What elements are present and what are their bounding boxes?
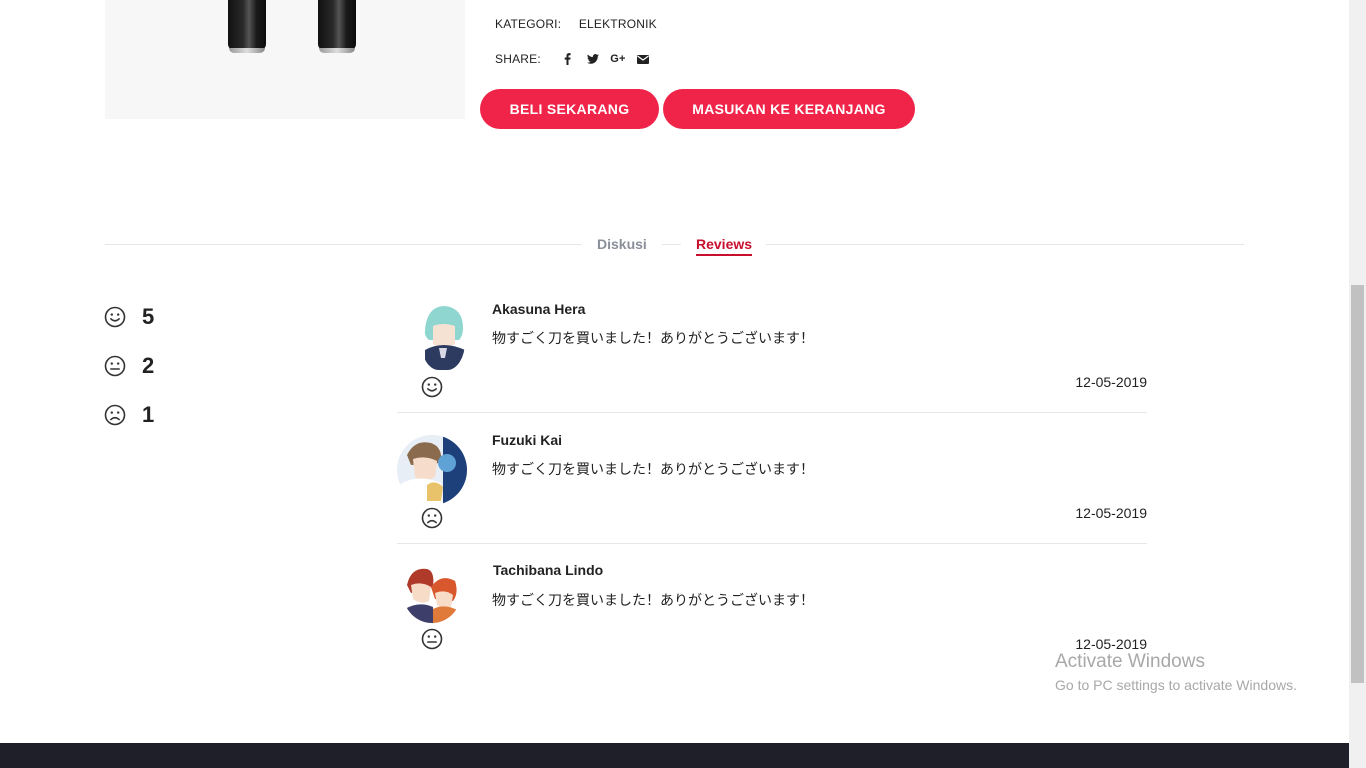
buy-now-button[interactable]: BELI SEKARANG [480, 89, 659, 129]
reviewer-name[interactable]: Fuzuki Kai [492, 432, 562, 448]
sad-face-icon [104, 404, 126, 426]
summary-neutral: 2 [104, 353, 154, 378]
review-text: 物すごく刀を買いました！ありがとうございます！ [492, 462, 814, 478]
tab-diskusi[interactable]: Diskusi [597, 236, 647, 252]
review-text: 物すごく刀を買いました！ありがとうございます！ [492, 593, 814, 609]
share-label: SHARE: [495, 52, 541, 66]
reviewer-name[interactable]: Akasuna Hera [492, 301, 585, 317]
product-leg-left [228, 0, 266, 53]
happy-face-icon [421, 376, 443, 398]
review-date: 12-05-2019 [1075, 505, 1147, 521]
email-icon[interactable] [636, 54, 649, 64]
happy-face-icon [104, 306, 126, 328]
google-plus-icon[interactable]: G+ [610, 53, 626, 65]
avatar[interactable] [397, 435, 467, 505]
product-leg-right [318, 0, 356, 53]
twitter-icon[interactable] [586, 54, 599, 64]
category-row: KATEGORI: ELEKTRONIK [495, 17, 657, 31]
product-image[interactable] [105, 0, 465, 119]
product-page: KATEGORI: ELEKTRONIK SHARE: G+ BELI SEKA… [0, 0, 1349, 768]
review-date: 12-05-2019 [1075, 374, 1147, 390]
category-label: KATEGORI: [495, 17, 562, 31]
review-item: Akasuna Hera 物すごく刀を買いました！ありがとうございます！ 12-… [397, 281, 1147, 413]
facebook-icon[interactable] [564, 53, 576, 65]
review-date: 12-05-2019 [1075, 636, 1147, 652]
sad-count: 1 [142, 402, 155, 427]
tab-divider-middle [662, 244, 681, 245]
footer [0, 743, 1349, 768]
google-plus-text: G+ [610, 53, 626, 65]
avatar[interactable] [403, 563, 461, 623]
category-value[interactable]: ELEKTRONIK [579, 17, 657, 31]
add-to-cart-button[interactable]: MASUKAN KE KERANJANG [663, 89, 915, 129]
summary-happy: 5 [104, 304, 154, 329]
tab-reviews[interactable]: Reviews [696, 236, 752, 252]
tab-divider-left [105, 244, 582, 245]
neutral-face-icon [421, 628, 443, 650]
happy-count: 5 [142, 304, 155, 329]
summary-sad: 1 [104, 402, 154, 427]
review-text: 物すごく刀を買いました！ありがとうございます！ [492, 331, 814, 347]
active-tab-indicator [696, 254, 752, 256]
avatar[interactable] [421, 300, 465, 370]
neutral-count: 2 [142, 353, 155, 378]
share-row: SHARE: G+ [495, 52, 651, 66]
tab-divider-right [766, 244, 1244, 245]
reviewer-name[interactable]: Tachibana Lindo [493, 562, 603, 578]
sad-face-icon [421, 507, 443, 529]
review-item: Fuzuki Kai 物すごく刀を買いました！ありがとうございます！ 12-05… [397, 412, 1147, 544]
scrollbar-thumb[interactable] [1351, 285, 1364, 683]
review-item: Tachibana Lindo 物すごく刀を買いました！ありがとうございます！ … [397, 543, 1147, 674]
neutral-face-icon [104, 355, 126, 377]
vertical-scrollbar[interactable] [1349, 0, 1366, 768]
